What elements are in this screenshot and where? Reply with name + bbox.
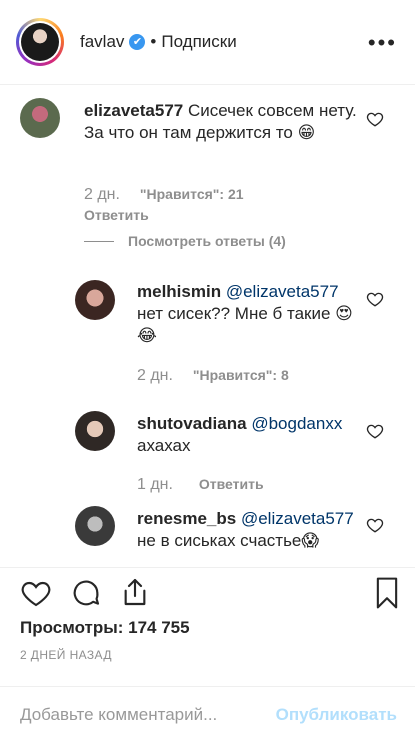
comment-username[interactable]: elizaveta577 [84, 101, 183, 120]
post-header: favlav ✔ • Подписки ••• [0, 0, 415, 85]
mention-link[interactable]: @bogdanxx [251, 414, 342, 433]
heart-icon[interactable] [20, 577, 52, 609]
reply-username[interactable]: renesme_bs [137, 509, 236, 528]
comment-like-heart-icon[interactable] [366, 110, 384, 128]
reply-button[interactable]: Ответить [199, 476, 264, 492]
reply-username[interactable]: shutovadiana [137, 414, 247, 433]
action-bar [0, 567, 415, 617]
comment-text: elizaveta577 Сисечек совсем нету. За что… [84, 100, 369, 144]
reply-like-heart-icon[interactable] [366, 290, 384, 308]
divider [84, 240, 114, 242]
comment-emoji: 😁 [297, 123, 316, 142]
reply-text: melhismin @elizaveta577 нет сисек?? Мне … [137, 281, 362, 347]
more-icon[interactable]: ••• [368, 30, 397, 56]
comment-icon[interactable] [70, 577, 102, 609]
verified-icon: ✔ [129, 34, 146, 50]
reply-time: 1 дн. [137, 476, 173, 493]
avatar[interactable] [75, 506, 115, 546]
comment-input[interactable] [20, 705, 260, 725]
reply-body: ахахах [137, 436, 191, 455]
post-date: 2 ДНЕЙ НАЗАД [20, 648, 112, 662]
view-replies-label: Посмотреть ответы (4) [128, 233, 286, 249]
publish-button[interactable]: Опубликовать [276, 705, 397, 725]
views-count[interactable]: Просмотры: 174 755 [20, 618, 190, 638]
avatar[interactable] [75, 280, 115, 320]
header-username[interactable]: favlav [80, 32, 124, 52]
mention-link[interactable]: @elizaveta577 [241, 509, 354, 528]
separator-dot: • [150, 32, 157, 51]
avatar[interactable] [20, 98, 60, 138]
reply-username[interactable]: melhismin [137, 282, 221, 301]
comment-likes[interactable]: "Нравится": 21 [140, 186, 244, 202]
reply-button[interactable]: Ответить [84, 207, 149, 223]
mention-link[interactable]: @elizaveta577 [226, 282, 339, 301]
header-user-line: favlav ✔ • Подписки [80, 32, 237, 52]
view-replies-button[interactable]: Посмотреть ответы (4) [84, 233, 286, 249]
reply-text: shutovadiana @bogdanxx ахахах [137, 413, 362, 457]
comment-meta: 2 дн. "Нравится": 21 [84, 186, 384, 204]
reply-like-heart-icon[interactable] [366, 516, 384, 534]
reply-meta: 2 дн. "Нравится": 8 [137, 367, 377, 385]
reply-time: 2 дн. [137, 367, 173, 384]
reply-body: не в сиськах счастье [137, 531, 302, 550]
comment-time: 2 дн. [84, 186, 120, 203]
reply-likes[interactable]: "Нравится": 8 [193, 367, 289, 383]
comment-bar: Опубликовать [0, 686, 415, 743]
following-button[interactable]: Подписки [161, 32, 236, 52]
reply-meta: 1 дн. Ответить [137, 476, 377, 494]
reply-text: renesme_bs @elizaveta577 не в сиськах сч… [137, 508, 362, 552]
reply-like-heart-icon[interactable] [366, 422, 384, 440]
bookmark-icon[interactable] [371, 576, 403, 610]
reply-emoji: 😱 [301, 531, 320, 550]
profile-avatar[interactable] [16, 18, 64, 66]
avatar[interactable] [75, 411, 115, 451]
reply-body: нет сисек?? Мне б такие [137, 304, 331, 323]
share-icon[interactable] [119, 576, 151, 608]
